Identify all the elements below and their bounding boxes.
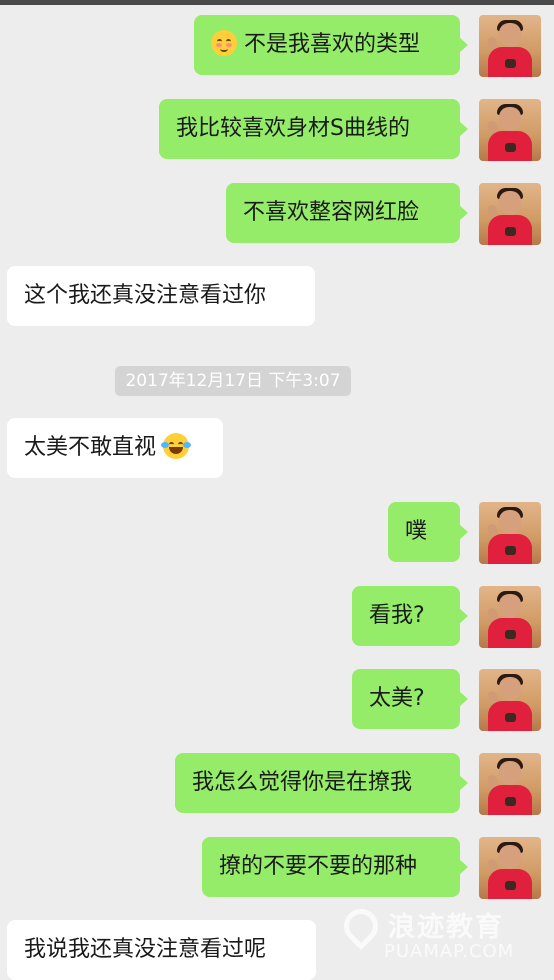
message-bubble-sent[interactable]: 看我? <box>352 586 468 646</box>
watermark-title: 浪迹教育 <box>388 912 504 943</box>
message-text: 不是我喜欢的类型 <box>244 32 421 57</box>
avatar[interactable] <box>479 183 541 245</box>
message-bubble-received[interactable]: 太美不敢直视 <box>7 418 223 478</box>
message-text: 我怎么觉得你是在撩我 <box>192 770 413 795</box>
message-bubble-sent[interactable]: 太美? <box>352 669 468 729</box>
avatar[interactable] <box>479 669 541 731</box>
blush-emoji-icon <box>211 30 237 56</box>
avatar[interactable] <box>479 837 541 899</box>
location-pin-icon <box>336 901 386 951</box>
timestamp-badge: 2017年12月17日 下午3:07 <box>115 366 351 396</box>
watermark-url: PUAMAP.COM <box>384 941 515 962</box>
avatar[interactable] <box>479 586 541 648</box>
message-text: 不喜欢整容网红脸 <box>243 200 420 225</box>
message-text: 撩的不要不要的那种 <box>219 854 418 879</box>
message-text: 我比较喜欢身材S曲线的 <box>176 116 410 141</box>
message-text: 太美? <box>369 686 425 711</box>
message-text: 这个我还真没注意看过你 <box>24 283 267 308</box>
message-bubble-received[interactable]: 这个我还真没注意看过你 <box>7 266 315 326</box>
avatar[interactable] <box>479 753 541 815</box>
message-text: 太美不敢直视 <box>24 435 157 460</box>
watermark: 浪迹教育 PUAMAP.COM <box>336 901 544 965</box>
message-bubble-sent[interactable]: 不是我喜欢的类型 <box>194 15 468 75</box>
message-text: 我说我还真没注意看过呢 <box>24 937 267 962</box>
avatar[interactable] <box>479 99 541 161</box>
message-bubble-sent[interactable]: 我怎么觉得你是在撩我 <box>175 753 468 813</box>
message-bubble-sent[interactable]: 我比较喜欢身材S曲线的 <box>159 99 468 159</box>
avatar[interactable] <box>479 15 541 77</box>
message-text: 看我? <box>369 603 425 628</box>
message-bubble-sent[interactable]: 不喜欢整容网红脸 <box>226 183 468 243</box>
laugh-tears-emoji-icon <box>161 433 192 459</box>
chat-message-list[interactable]: 不是我喜欢的类型 我比较喜欢身材S曲线的 不喜欢整容网红脸 这个我还真没注意看过… <box>0 0 554 980</box>
message-text: 噗 <box>405 519 428 544</box>
message-bubble-received[interactable]: 我说我还真没注意看过呢 <box>7 920 316 980</box>
message-bubble-sent[interactable]: 撩的不要不要的那种 <box>202 837 468 897</box>
message-bubble-sent[interactable]: 噗 <box>388 502 468 562</box>
avatar[interactable] <box>479 502 541 564</box>
